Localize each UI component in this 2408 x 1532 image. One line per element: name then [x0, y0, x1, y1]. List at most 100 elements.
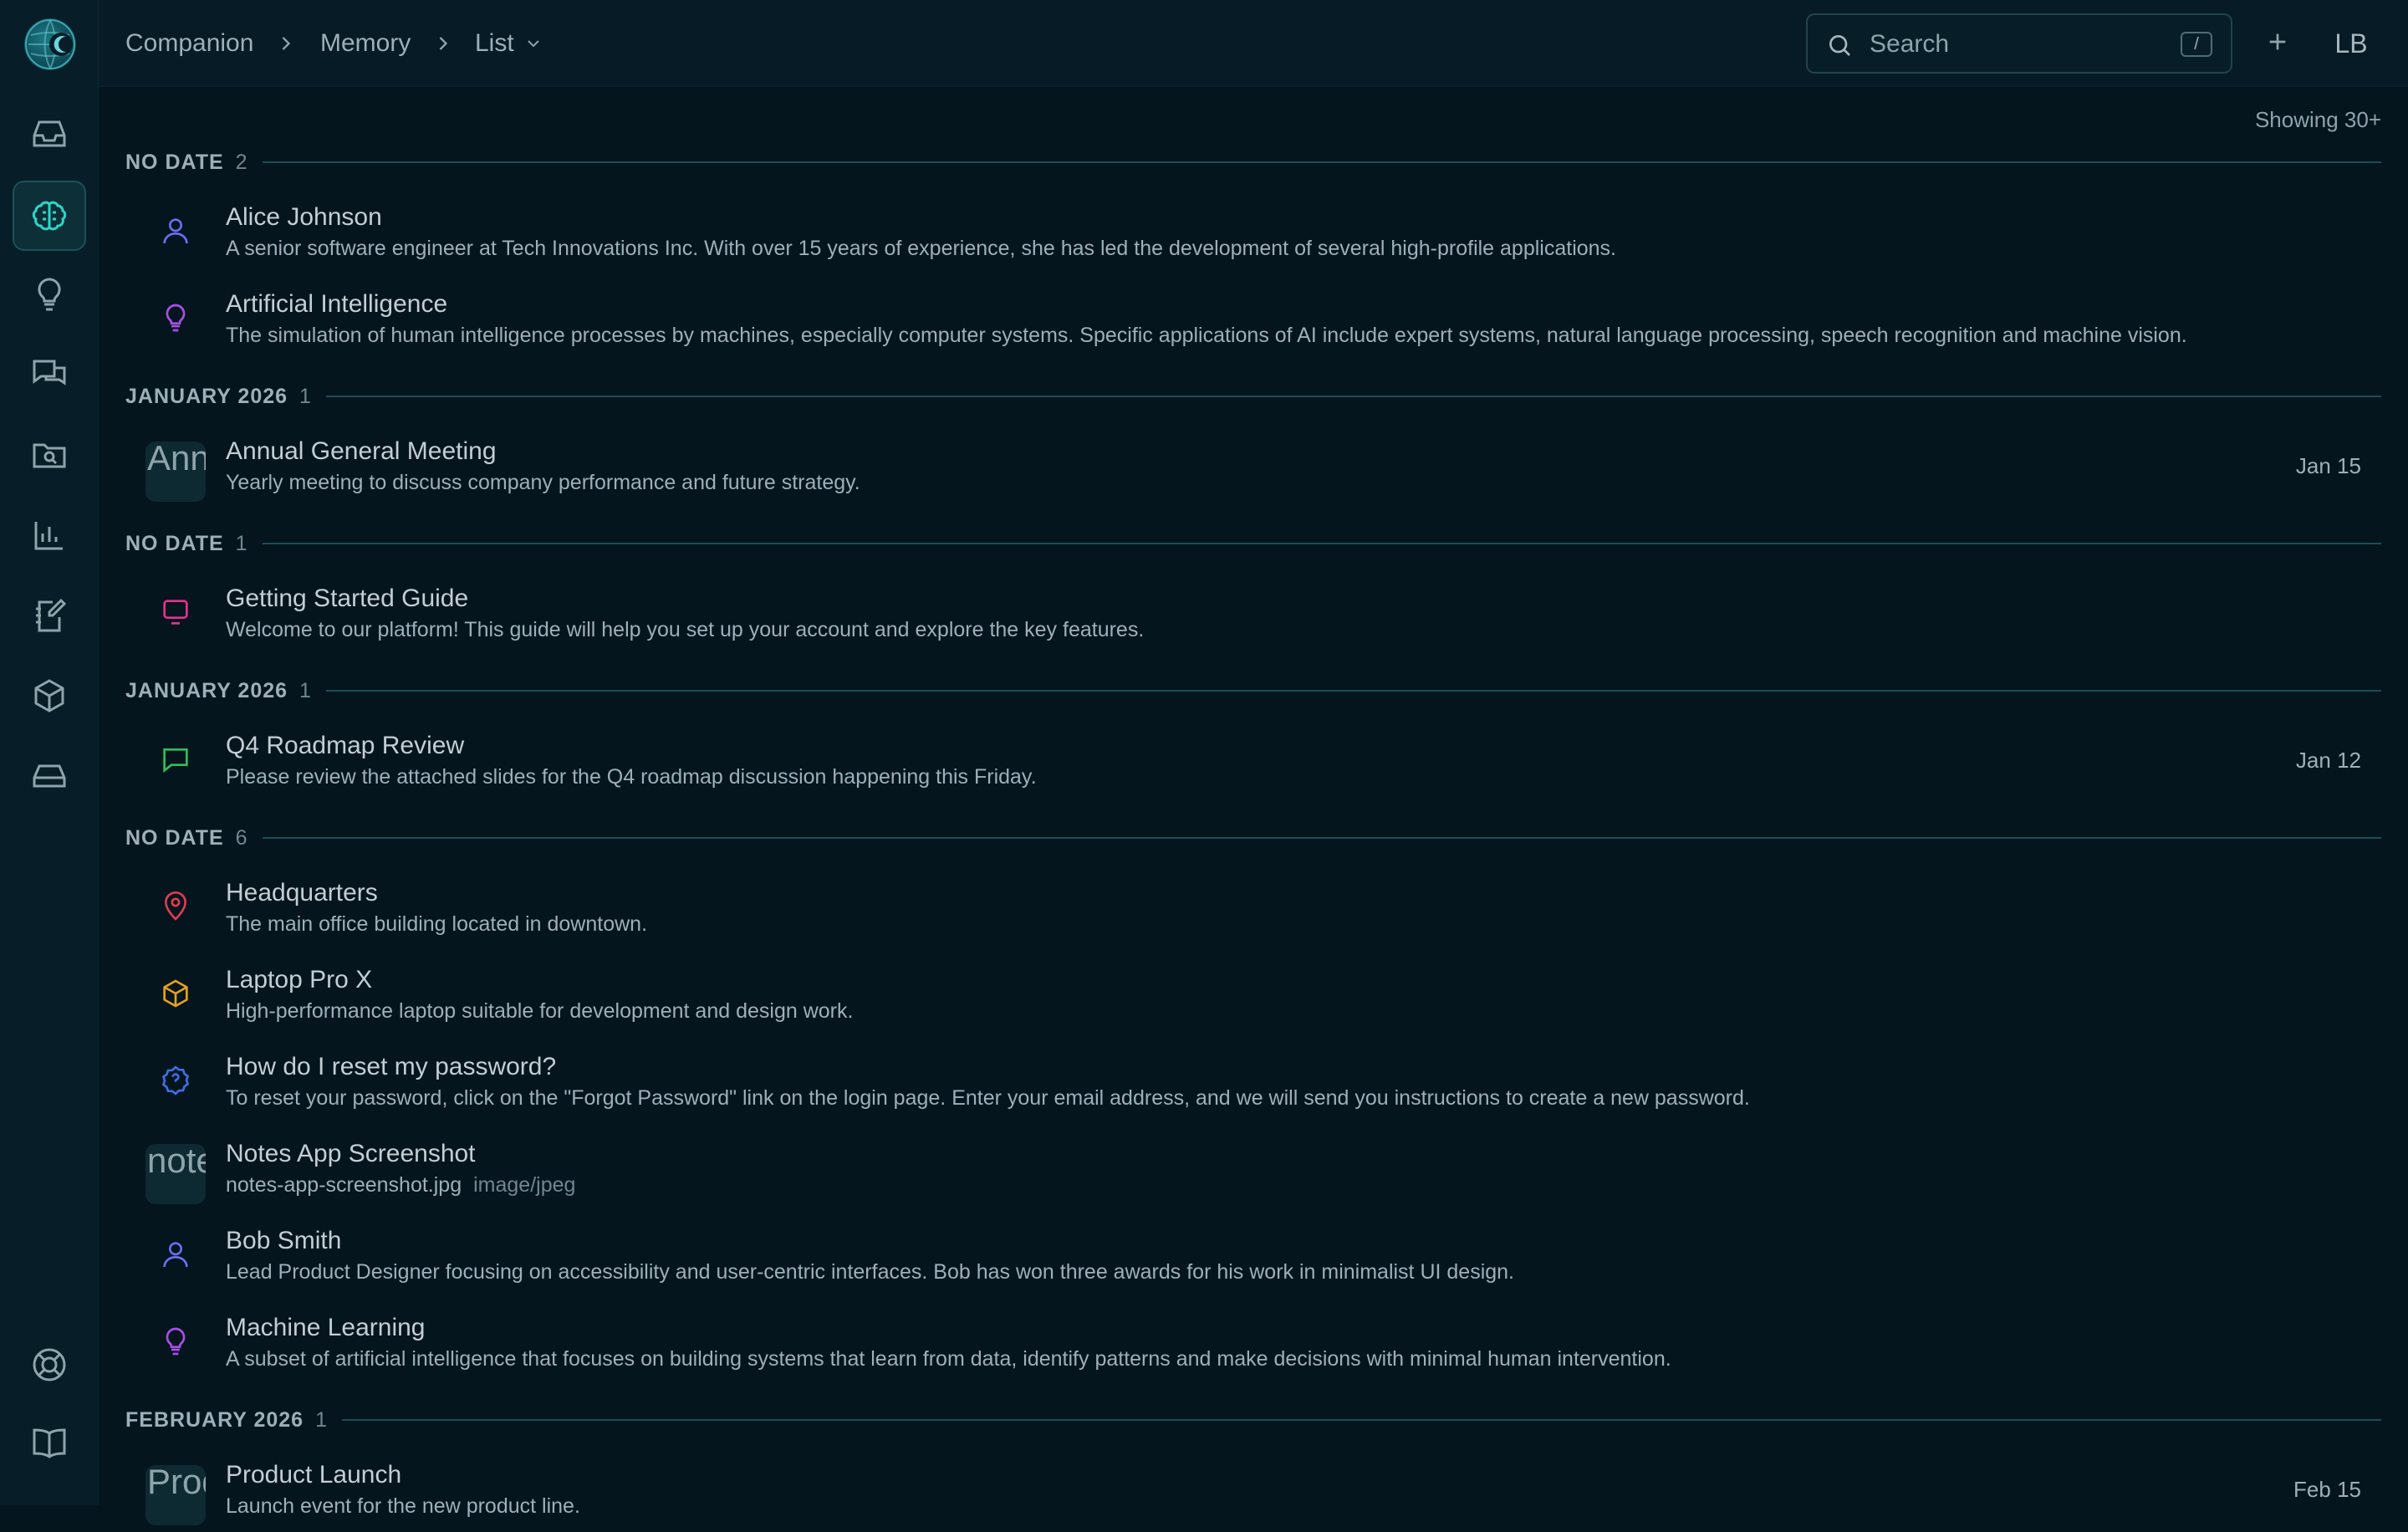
group-count: 1 — [299, 384, 311, 408]
monitor-icon — [163, 600, 188, 625]
file-mime-type: image/jpeg — [473, 1173, 576, 1197]
breadcrumb-companion[interactable]: Companion — [125, 27, 253, 60]
item-title: Getting Started Guide — [226, 585, 469, 612]
list-item[interactable]: Alice Johnson A senior software engineer… — [125, 191, 2381, 274]
list-item[interactable]: How do I reset my password? To reset you… — [125, 1040, 2381, 1124]
search-shortcut-badge: / — [2181, 32, 2212, 57]
memory-list: Showing 30+ NO DATE 2 Alice Johnson A se… — [99, 87, 2408, 1525]
nav-docs[interactable] — [13, 1408, 86, 1478]
group-title: JANUARY 2026 — [125, 384, 288, 408]
group-title: NO DATE — [125, 531, 224, 555]
lightbulb-icon — [166, 1327, 186, 1356]
nav-files[interactable] — [13, 420, 86, 490]
item-description: Lead Product Designer focusing on access… — [226, 1260, 1515, 1284]
chevron-down-icon[interactable] — [523, 33, 543, 54]
group-header: JANUARY 2026 1 — [125, 380, 2381, 413]
group-divider — [341, 1419, 2381, 1421]
group-header: NO DATE 2 — [125, 146, 2381, 179]
group-divider — [262, 161, 2381, 163]
breadcrumb-memory[interactable]: Memory — [320, 27, 411, 60]
group-count: 1 — [299, 678, 311, 702]
search-placeholder: Search — [1870, 30, 1950, 58]
nav-chats[interactable] — [13, 340, 86, 410]
item-description: To reset your password, click on the "Fo… — [226, 1086, 1750, 1110]
nav-storage[interactable] — [13, 741, 86, 811]
list-item[interactable]: Laptop Pro X High-performance laptop sui… — [125, 953, 2381, 1037]
message-icon — [163, 748, 188, 774]
item-date: Feb 15 — [2293, 1477, 2361, 1502]
item-thumbnail: note — [145, 1144, 206, 1204]
item-thumbnail: Annu — [145, 442, 206, 502]
item-description: The main office building located in down… — [226, 912, 648, 936]
group-divider — [325, 690, 2381, 692]
group-divider — [262, 837, 2381, 839]
list-item[interactable]: Q4 Roadmap Review Please review the atta… — [125, 719, 2381, 803]
box-icon — [163, 979, 188, 1008]
nav-ideas[interactable] — [13, 259, 86, 329]
user-avatar[interactable]: LB — [2324, 18, 2378, 69]
person-icon — [163, 218, 188, 244]
item-title: Machine Learning — [226, 1314, 426, 1341]
nav-support[interactable] — [13, 1330, 86, 1400]
hard-drive-icon — [33, 764, 66, 788]
search-icon — [1829, 35, 1850, 56]
question-icon — [161, 1065, 190, 1095]
group-header: NO DATE 6 — [125, 821, 2381, 855]
list-item[interactable]: note Notes App Screenshot notes-app-scre… — [125, 1127, 2381, 1211]
group-title: JANUARY 2026 — [125, 678, 288, 702]
nav-analytics[interactable] — [13, 500, 86, 570]
list-item[interactable]: Getting Started Guide Welcome to our pla… — [125, 572, 2381, 656]
list-item[interactable]: Annu Annual General Meeting Yearly meeti… — [125, 425, 2381, 508]
nav-notes[interactable] — [13, 580, 86, 651]
map-pin-icon — [164, 891, 187, 921]
item-title: Annual General Meeting — [226, 437, 497, 465]
inbox-icon — [33, 120, 66, 147]
bar-chart-icon — [34, 522, 63, 550]
app-logo[interactable] — [24, 18, 76, 70]
result-count: Showing 30+ — [2254, 107, 2381, 132]
list-item[interactable]: Artificial Intelligence The simulation o… — [125, 278, 2381, 361]
item-description: Please review the attached slides for th… — [226, 765, 1037, 789]
item-description: Yearly meeting to discuss company perfor… — [226, 471, 860, 494]
brain-icon — [32, 201, 67, 231]
chat-icon — [33, 360, 66, 386]
group-divider — [262, 543, 2381, 544]
lightbulb-icon — [38, 278, 61, 311]
list-item[interactable]: Headquarters The main office building lo… — [125, 866, 2381, 950]
group-count: 1 — [235, 531, 247, 555]
lightbulb-icon — [166, 304, 186, 332]
group-title: NO DATE — [125, 825, 224, 850]
item-date: Jan 12 — [2295, 748, 2361, 773]
item-thumbnail: Prod — [145, 1465, 206, 1525]
item-title: Artificial Intelligence — [226, 290, 448, 318]
nav-objects[interactable] — [13, 661, 86, 731]
chevron-right-icon — [282, 37, 291, 50]
book-icon — [33, 1428, 66, 1458]
list-item[interactable]: Bob Smith Lead Product Designer focusing… — [125, 1214, 2381, 1298]
item-title: Bob Smith — [226, 1227, 342, 1254]
item-title: Alice Johnson — [226, 203, 382, 231]
add-icon[interactable] — [2264, 28, 2291, 55]
item-description: Welcome to our platform! This guide will… — [226, 618, 1145, 641]
person-icon — [163, 1242, 188, 1268]
item-title: Q4 Roadmap Review — [226, 732, 465, 759]
nav-inbox[interactable] — [13, 99, 86, 169]
group-divider — [325, 396, 2381, 397]
file-name: notes-app-screenshot.jpg — [226, 1173, 462, 1197]
search-input[interactable]: Search / — [1806, 13, 2232, 74]
notebook-pen-icon — [36, 598, 67, 632]
item-date: Jan 15 — [2295, 453, 2361, 478]
item-title: Notes App Screenshot — [226, 1140, 476, 1167]
group-count: 1 — [315, 1407, 327, 1432]
list-item[interactable]: Machine Learning A subset of artificial … — [125, 1301, 2381, 1385]
view-switcher[interactable]: List — [475, 27, 514, 60]
item-title: Laptop Pro X — [226, 966, 373, 993]
list-item[interactable]: Prod Product Launch Launch event for the… — [125, 1448, 2381, 1532]
item-description: Launch event for the new product line. — [226, 1494, 580, 1518]
group-title: FEBRUARY 2026 — [125, 1407, 304, 1432]
logo-mark-icon — [25, 19, 75, 69]
item-title: Product Launch — [226, 1461, 402, 1489]
item-title: Headquarters — [226, 879, 378, 906]
item-filename: notes-app-screenshot.jpg image/jpeg — [226, 1171, 575, 1199]
nav-memory[interactable] — [13, 181, 86, 251]
